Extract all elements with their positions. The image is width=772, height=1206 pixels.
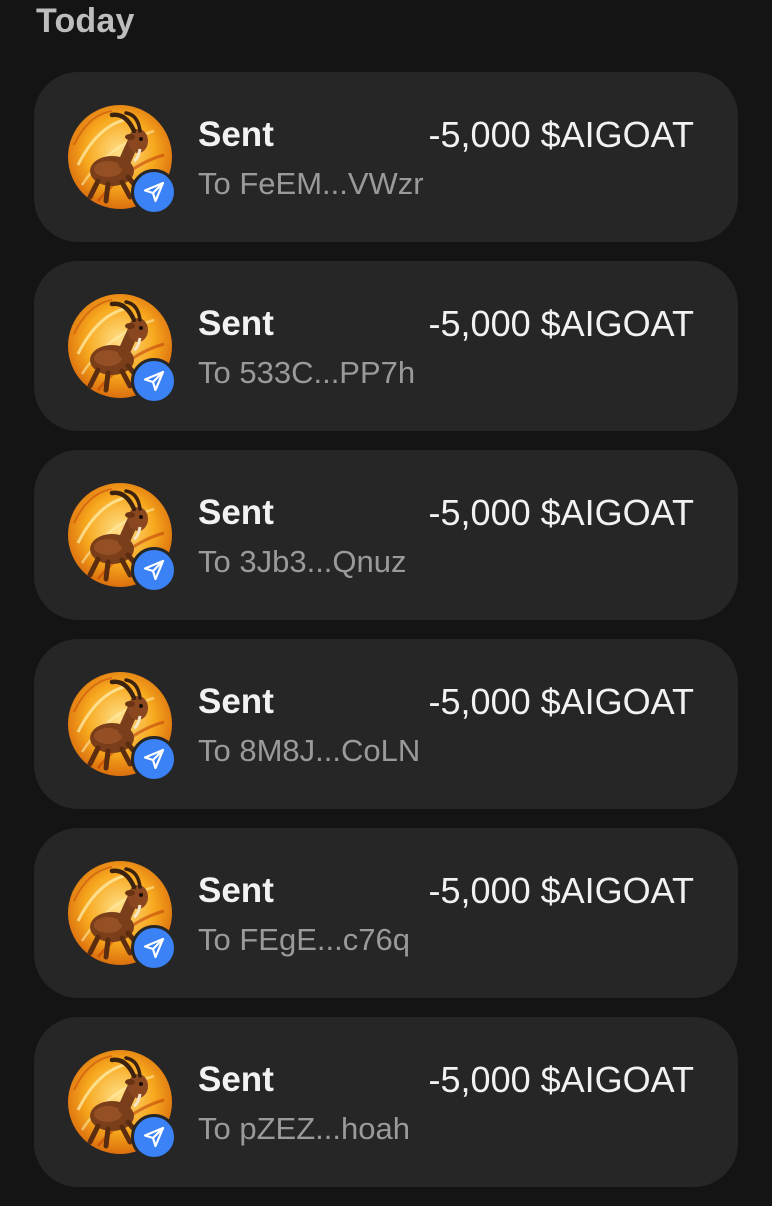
transaction-type: Sent bbox=[198, 682, 274, 721]
send-arrow-icon bbox=[143, 1126, 165, 1148]
transaction-card[interactable]: Sent -5,000 $AIGOAT To 533C...PP7h bbox=[34, 261, 738, 431]
transaction-amount: -5,000 $AIGOAT bbox=[428, 681, 694, 722]
transaction-type: Sent bbox=[198, 493, 274, 532]
send-arrow-icon bbox=[143, 937, 165, 959]
transaction-type: Sent bbox=[198, 304, 274, 343]
transaction-recipient: To 8M8J...CoLN bbox=[198, 733, 421, 768]
send-arrow-icon bbox=[143, 559, 165, 581]
transaction-type: Sent bbox=[198, 1060, 274, 1099]
goat-token-avatar bbox=[68, 105, 177, 215]
transaction-type: Sent bbox=[198, 871, 274, 910]
transaction-amount: -5,000 $AIGOAT bbox=[428, 492, 694, 533]
section-title-today: Today bbox=[36, 2, 135, 40]
transaction-amount: -5,000 $AIGOAT bbox=[428, 114, 694, 155]
transaction-recipient: To FeEM...VWzr bbox=[198, 166, 424, 201]
send-arrow-icon bbox=[143, 181, 165, 203]
transaction-card[interactable]: Sent -5,000 $AIGOAT To 3Jb3...Qnuz bbox=[34, 450, 738, 620]
transaction-card[interactable]: Sent -5,000 $AIGOAT To pZEZ...hoah bbox=[34, 1017, 738, 1187]
transaction-list: Sent -5,000 $AIGOAT To FeEM...VWzr Sent … bbox=[34, 72, 738, 1206]
send-badge bbox=[131, 169, 177, 215]
goat-token-avatar bbox=[68, 483, 177, 593]
goat-token-avatar bbox=[68, 861, 177, 971]
transaction-recipient: To 3Jb3...Qnuz bbox=[198, 544, 407, 579]
transaction-amount: -5,000 $AIGOAT bbox=[428, 303, 694, 344]
goat-token-avatar bbox=[68, 672, 177, 782]
send-badge bbox=[131, 736, 177, 782]
transaction-recipient: To 533C...PP7h bbox=[198, 355, 416, 390]
transaction-card[interactable]: Sent -5,000 $AIGOAT To FEgE...c76q bbox=[34, 828, 738, 998]
send-badge bbox=[131, 1114, 177, 1160]
goat-token-avatar bbox=[68, 294, 177, 404]
transaction-amount: -5,000 $AIGOAT bbox=[428, 870, 694, 911]
transaction-amount: -5,000 $AIGOAT bbox=[428, 1059, 694, 1100]
send-badge bbox=[131, 547, 177, 593]
send-arrow-icon bbox=[143, 748, 165, 770]
transaction-card[interactable]: Sent -5,000 $AIGOAT To FeEM...VWzr bbox=[34, 72, 738, 242]
send-badge bbox=[131, 358, 177, 404]
transaction-card[interactable]: Sent -5,000 $AIGOAT To 8M8J...CoLN bbox=[34, 639, 738, 809]
transaction-recipient: To FEgE...c76q bbox=[198, 922, 410, 957]
transaction-type: Sent bbox=[198, 115, 274, 154]
goat-token-avatar bbox=[68, 1050, 177, 1160]
send-badge bbox=[131, 925, 177, 971]
send-arrow-icon bbox=[143, 370, 165, 392]
transaction-recipient: To pZEZ...hoah bbox=[198, 1111, 410, 1146]
